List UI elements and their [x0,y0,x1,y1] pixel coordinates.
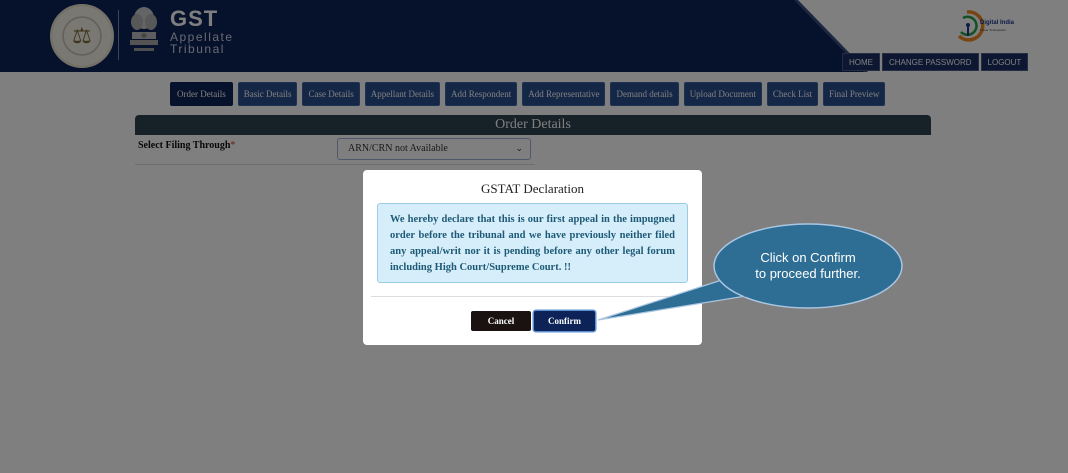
callout-line1: Click on Confirm [760,250,856,265]
cancel-button[interactable]: Cancel [471,311,531,331]
confirm-button[interactable]: Confirm [534,311,595,331]
callout-text: Click on Confirm to proceed further. [718,250,898,282]
modal-title: GSTAT Declaration [480,181,585,196]
modal-divider [371,296,694,297]
callout-line2: to proceed further. [755,266,861,281]
declaration-text: We hereby declare that this is our first… [377,203,688,283]
declaration-modal: GSTAT Declaration We hereby declare that… [363,170,702,345]
